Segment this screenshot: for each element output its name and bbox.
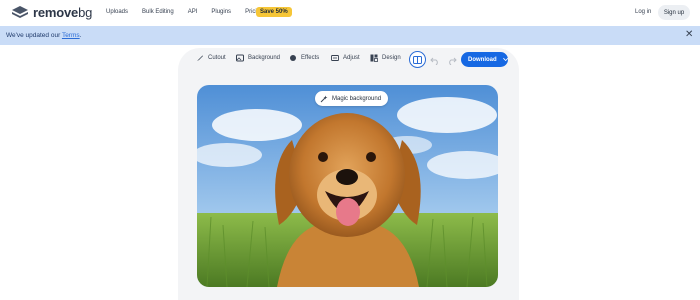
tool-design[interactable]: Design bbox=[370, 54, 401, 62]
image-icon bbox=[236, 54, 244, 62]
download-button[interactable]: Download bbox=[461, 52, 508, 67]
nav-link-bulk-editing[interactable]: Bulk Editing bbox=[142, 9, 174, 15]
promo-badge[interactable]: Save 50% bbox=[256, 7, 292, 17]
nav-link-plugins[interactable]: Plugins bbox=[211, 9, 231, 15]
brand-name: removebg bbox=[33, 5, 93, 20]
close-icon[interactable]: ✕ bbox=[685, 30, 693, 40]
compare-icon bbox=[413, 55, 422, 64]
top-navigation: removebg Uploads Bulk Editing API Plugin… bbox=[0, 0, 700, 26]
signup-button[interactable]: Sign up bbox=[658, 5, 690, 20]
chevron-down-icon[interactable] bbox=[502, 57, 508, 62]
login-link[interactable]: Log in bbox=[635, 9, 651, 15]
brush-icon bbox=[197, 55, 203, 61]
logo-icon bbox=[12, 5, 28, 18]
nav-link-api[interactable]: API bbox=[188, 9, 198, 15]
dog-photo bbox=[197, 85, 498, 287]
banner-text: We've updated our Terms. bbox=[6, 32, 82, 39]
nav-links: Uploads Bulk Editing API Plugins Pricing bbox=[106, 9, 277, 15]
nav-link-uploads[interactable]: Uploads bbox=[106, 9, 128, 15]
compare-button[interactable] bbox=[409, 51, 426, 68]
tool-cutout[interactable]: Cutout bbox=[196, 54, 226, 62]
terms-update-banner: We've updated our Terms. ✕ bbox=[0, 26, 700, 45]
magic-background-badge[interactable]: Magic background bbox=[315, 91, 389, 106]
sparkle-icon bbox=[290, 55, 296, 61]
layout-icon bbox=[370, 54, 378, 62]
brand-logo[interactable]: removebg bbox=[12, 5, 92, 20]
terms-link[interactable]: Terms bbox=[62, 32, 80, 39]
magic-wand-icon bbox=[320, 95, 328, 102]
sliders-icon bbox=[331, 55, 339, 61]
tool-background[interactable]: Background bbox=[236, 54, 280, 62]
undo-icon[interactable] bbox=[430, 55, 440, 65]
tool-adjust[interactable]: Adjust bbox=[331, 54, 360, 62]
preview-image bbox=[197, 85, 498, 287]
redo-icon[interactable] bbox=[447, 55, 457, 65]
tool-effects[interactable]: Effects bbox=[289, 54, 319, 62]
